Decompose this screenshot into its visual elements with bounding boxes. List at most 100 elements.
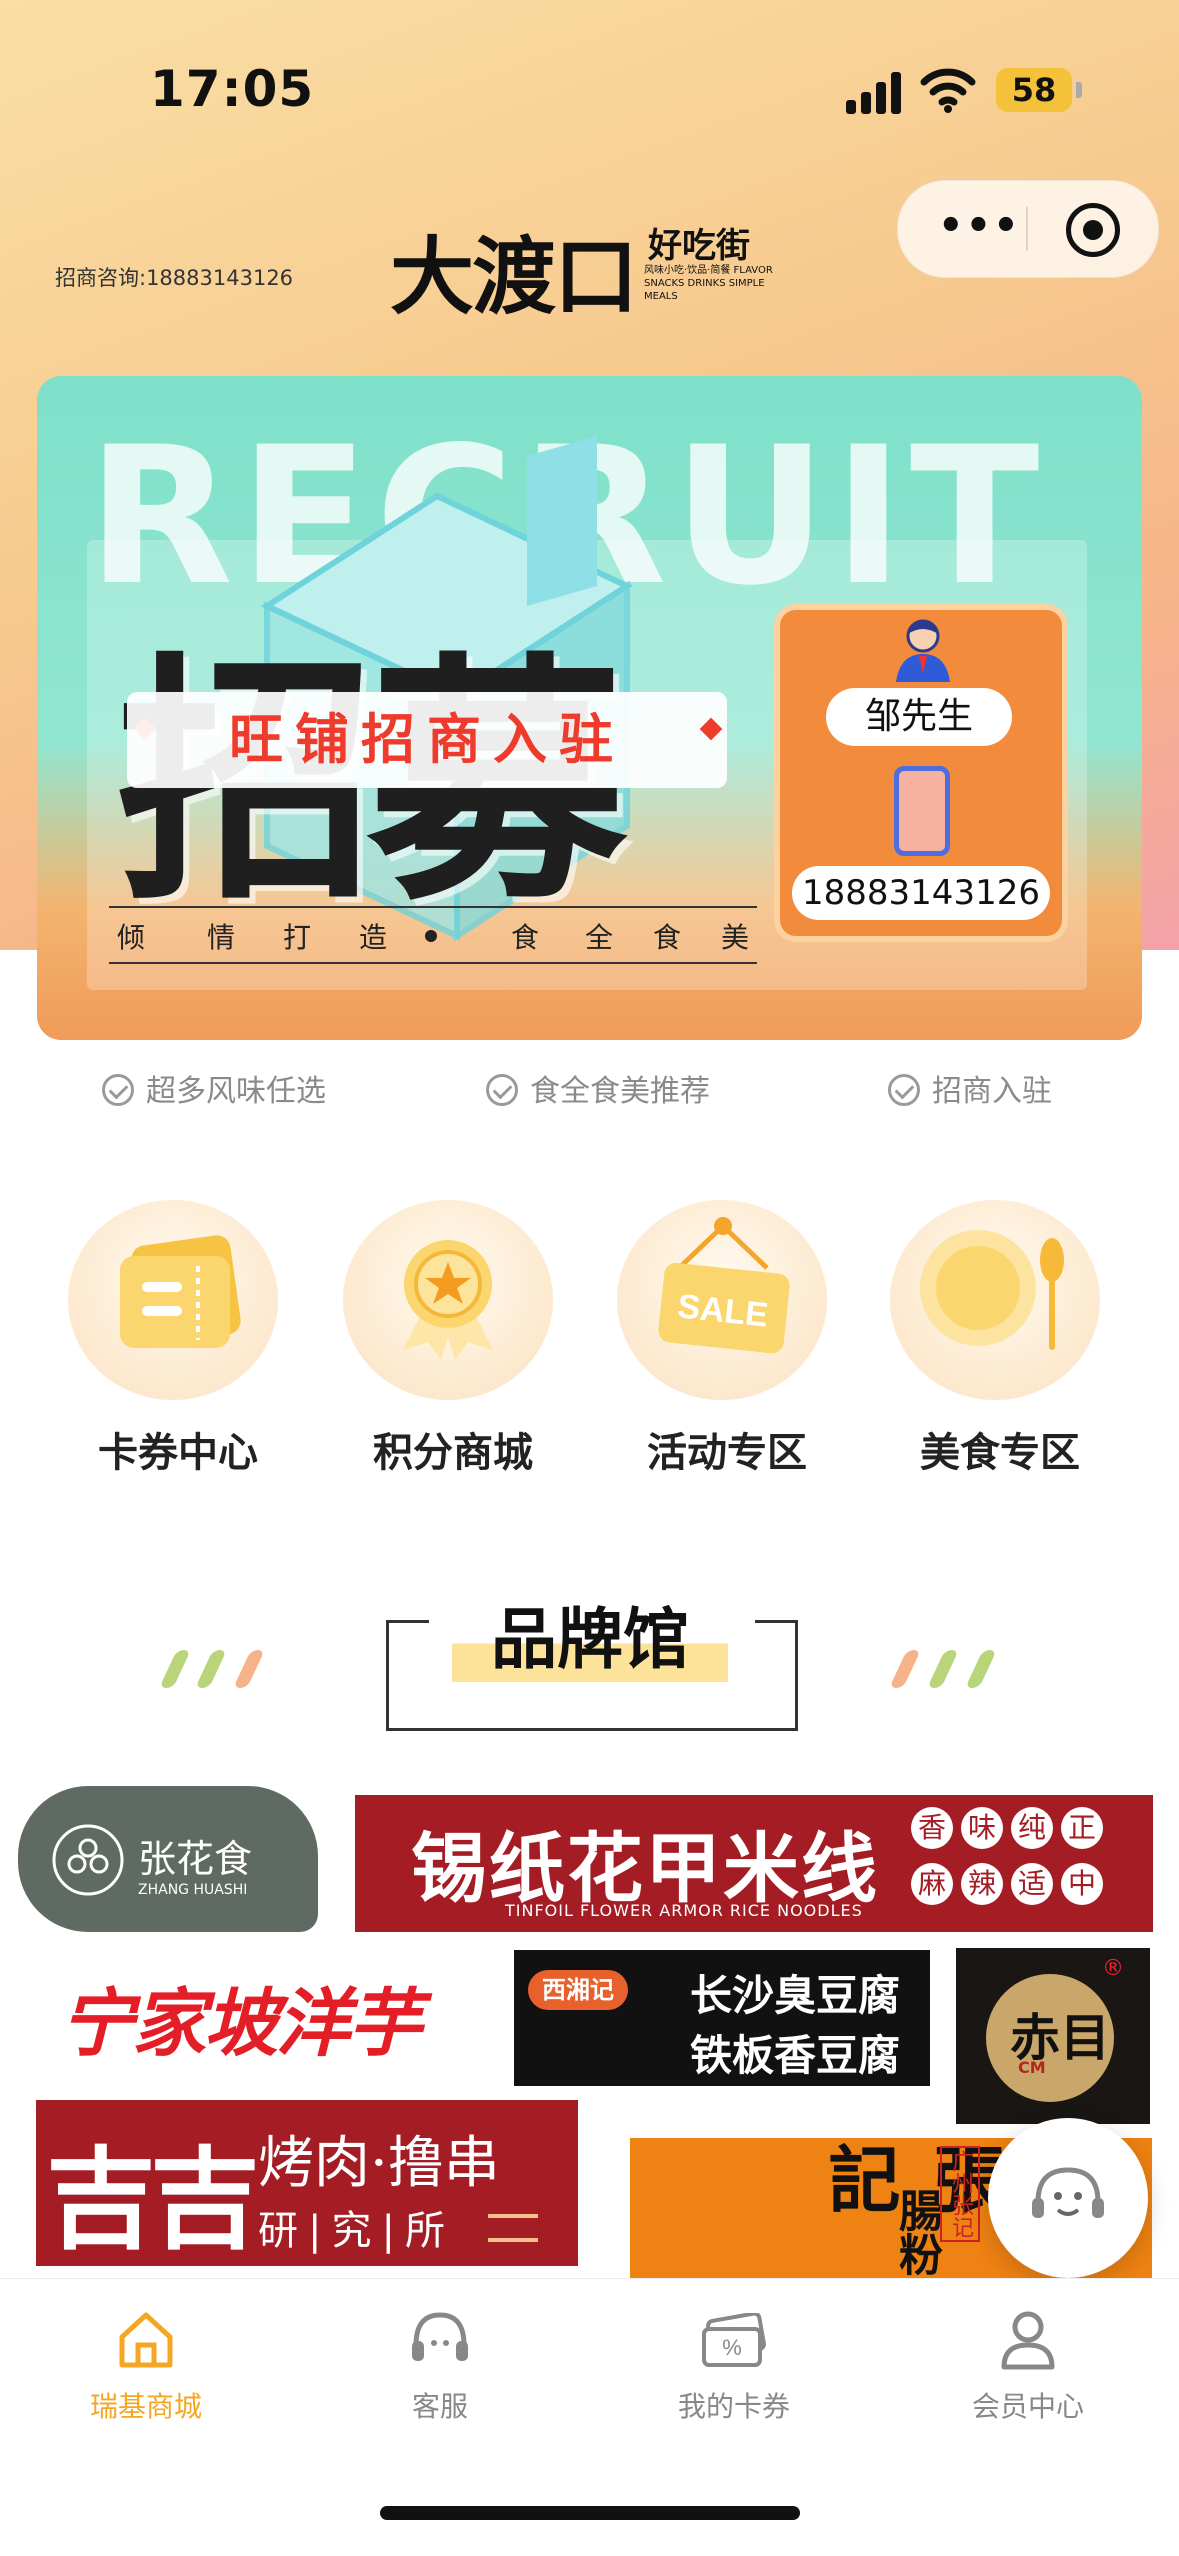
ticket-icon: % (702, 2313, 766, 2367)
entry-label: 美食专区 (920, 1430, 1080, 1476)
mobile-phone-icon (894, 766, 950, 856)
tab-member-center[interactable]: 会员中心 (928, 2309, 1128, 2429)
banner-contact-card: 邹先生 18883143126 (774, 604, 1068, 942)
banner-ribbon: 旺铺招商入驻 (127, 692, 727, 788)
slogan-char: 打 (283, 921, 312, 954)
brand-name: 张花食 (138, 1837, 253, 1881)
entry-label: 活动专区 (647, 1430, 807, 1476)
feature-highlights: 超多风味任选 食全食美推荐 招商入驻 (0, 1060, 1179, 1124)
tab-label: 会员中心 (971, 2390, 1084, 2423)
sale-sign-icon: SALE (658, 1217, 790, 1354)
medal-icon (403, 1240, 493, 1360)
registered-mark: ® (1102, 1956, 1124, 1981)
brand-chimu[interactable]: 赤目 CM ® (956, 1948, 1150, 2124)
tab-label: 我的卡券 (677, 2390, 790, 2423)
slogan-char: 造 (359, 921, 388, 954)
tab-my-coupons[interactable]: % 我的卡券 (634, 2309, 834, 2429)
floating-service-button[interactable] (988, 2118, 1148, 2278)
brand-name-en: ZHANG HUASHI (138, 1882, 248, 1898)
logo-tagline: 风味小吃·饮品·简餐 FLAVOR SNACKS DRINKS SIMPLE M… (644, 265, 773, 302)
feature-label: 食全食美推荐 (530, 1074, 710, 1109)
tab-label: 客服 (411, 2390, 468, 2423)
brand-jiji-bbq[interactable]: 吉吉 烤肉·撸串 研|究|所 (36, 2100, 578, 2266)
more-icon[interactable]: ••• (938, 206, 1021, 246)
tag-char: 中 (1061, 1863, 1103, 1905)
status-time: 17:05 (150, 60, 315, 118)
brand-badge: 西湘记 (528, 1970, 628, 2010)
banner-slogan: 倾 情 打 造 食 全 食 美 (109, 906, 757, 964)
flower-logo-icon (52, 1824, 124, 1896)
plate-icon (920, 1230, 1064, 1350)
wave-decor (488, 2214, 538, 2242)
feature-label: 招商入驻 (932, 1074, 1052, 1109)
brand-name: 吉吉 (46, 2135, 260, 2264)
tab-label: 瑞基商城 (89, 2390, 202, 2423)
brand-line1: 长沙臭豆腐 (690, 1971, 901, 2020)
slogan-char: 情 (207, 921, 236, 954)
wifi-icon (920, 68, 976, 113)
signal-icon (846, 72, 904, 114)
entry-points-mall[interactable]: 积分商城 (333, 1200, 553, 1490)
brand-xixiangji[interactable]: 西湘记 长沙臭豆腐 铁板香豆腐 (514, 1950, 930, 2086)
businessman-icon (896, 619, 950, 682)
home-indicator[interactable] (380, 2506, 800, 2520)
brand-tags: 香 味 纯 正 麻 辣 适 中 (911, 1807, 1111, 1923)
miniprogram-capsule: ••• (897, 180, 1159, 278)
battery-cap (1076, 82, 1082, 98)
logo-sub-text: 好吃街 (648, 226, 750, 266)
brand-line2: 铁板香豆腐 (690, 2031, 901, 2080)
headset-icon (412, 2312, 468, 2361)
contact-phone[interactable]: 18883143126 (792, 866, 1050, 920)
feature-item: 超多风味任选 (102, 1060, 326, 1124)
coupon-icon (120, 1235, 241, 1348)
tag-char: 香 (911, 1807, 953, 1849)
investment-hotline: 招商咨询:18883143126 (55, 266, 294, 290)
recruit-banner[interactable]: RECRUIT 招募 旺铺招商入驻 倾 情 打 造 食 全 食 美 邹先生 18… (37, 376, 1142, 1040)
slogan-char: 食 (511, 921, 540, 954)
slogan-char: 全 (585, 921, 614, 954)
brand-sub: 腸粉 (891, 2188, 942, 2276)
brand-yangyu[interactable]: 宁家坡洋芋 (50, 1950, 460, 2070)
brand-section-title: 品牌馆 (452, 1586, 728, 1682)
brand-line2: 研|究|所 (258, 2208, 455, 2254)
tag-char: 适 (1011, 1863, 1053, 1905)
status-bar: 17:05 58 (0, 50, 1179, 130)
brand-zhanghuashi[interactable]: 张花食 ZHANG HUASHI (18, 1786, 318, 1932)
bottom-tab-bar: 瑞基商城 客服 % 我的卡券 会员中心 (0, 2278, 1179, 2449)
check-circle-icon (486, 1073, 518, 1106)
slogan-char: 倾 (117, 921, 146, 954)
tab-service[interactable]: 客服 (340, 2309, 540, 2429)
tag-char: 味 (961, 1807, 1003, 1849)
tag-char: 辣 (961, 1863, 1003, 1905)
entry-coupon-center[interactable]: 卡券中心 (58, 1200, 278, 1490)
robot-face-icon (1032, 2167, 1104, 2218)
check-circle-icon (102, 1073, 134, 1106)
brand-name: 宁家坡洋芋 (60, 1981, 422, 2067)
close-target-icon[interactable] (1066, 203, 1120, 257)
app-logo: 大渡口 好吃街 风味小吃·饮品·简餐 FLAVOR SNACKS DRINKS … (390, 210, 790, 326)
slogan-dot (425, 930, 437, 942)
tag-char: 麻 (911, 1863, 953, 1905)
logo-main-text: 大渡口 (390, 227, 638, 326)
contact-name: 邹先生 (826, 688, 1012, 746)
brand-side: 广州张记 (940, 2146, 980, 2242)
feature-item: 食全食美推荐 (486, 1060, 710, 1124)
feature-item: 招商入驻 (888, 1060, 1052, 1124)
home-icon (119, 2312, 173, 2368)
entry-activity-zone[interactable]: SALE 活动专区 (607, 1200, 827, 1490)
tab-mall[interactable]: 瑞基商城 (46, 2309, 246, 2429)
slogan-char: 食 (653, 921, 682, 954)
brand-xizhi-noodles[interactable]: 锡纸花甲米线 TINFOIL FLOWER ARMOR RICE NOODLES… (355, 1795, 1153, 1932)
slogan-char: 美 (721, 921, 750, 954)
tag-char: 正 (1061, 1807, 1103, 1849)
entry-label: 卡券中心 (98, 1430, 258, 1476)
feature-label: 超多风味任选 (146, 1074, 326, 1109)
brand-line1: 烤肉·撸串 (258, 2131, 500, 2196)
battery-icon: 58 (996, 68, 1072, 112)
tag-char: 纯 (1011, 1807, 1053, 1849)
check-circle-icon (888, 1073, 920, 1106)
entry-food-zone[interactable]: 美食专区 (880, 1200, 1100, 1490)
brand-name-en: CM (1018, 2058, 1046, 2077)
svg-text:%: % (722, 2335, 742, 2360)
capsule-divider (1026, 207, 1028, 251)
